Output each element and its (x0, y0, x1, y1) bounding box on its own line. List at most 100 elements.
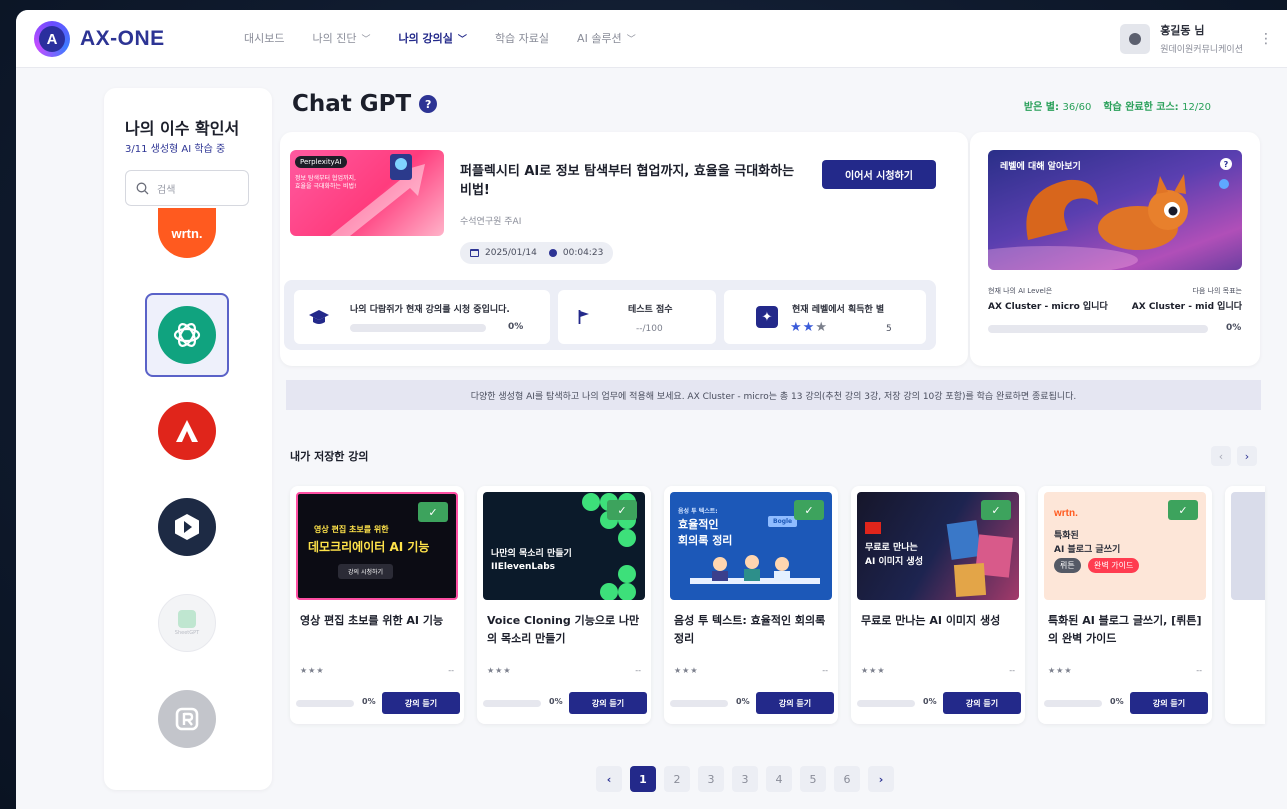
nav-item-my-classroom[interactable]: 나의 강의실 ﹀ (398, 30, 466, 46)
adobe-icon (176, 420, 198, 442)
listen-course-button[interactable]: 강의 듣기 (569, 692, 647, 714)
saved-course-card[interactable]: 영상 편집 초보를 위한 데모크리에이터 AI 기능 강의 시청하기 ✓ 영상 … (290, 486, 464, 724)
course-date-pill: 2025/01/14 00:04:23 (460, 242, 614, 264)
saved-course-card[interactable]: wrtn. 특화된 AI 블로그 글쓰기 뤼튼 완벽 가이드 ✓ 특화된 AI … (1038, 486, 1212, 724)
saved-check-icon[interactable]: ✓ (1168, 500, 1198, 520)
course-progress-percent: 0% (1110, 697, 1124, 706)
sidebar-app-chatgpt[interactable] (158, 306, 216, 364)
pagination-page[interactable]: 5 (800, 766, 826, 792)
level-stars-rating: ★★★ (790, 320, 828, 335)
sidebar-app-pictory[interactable] (158, 498, 216, 556)
nav-item-dashboard[interactable]: 대시보드 (244, 30, 284, 46)
test-score-label: 테스트 점수 (628, 305, 673, 315)
level-progress-percent: 0% (1226, 323, 1242, 333)
carousel-next-button[interactable]: › (1237, 446, 1257, 466)
more-vertical-icon[interactable]: ⋮ (1259, 31, 1273, 47)
sidebar-app-sheetgpt[interactable]: SheetGPT (158, 594, 216, 652)
course-progress-bar (296, 700, 354, 707)
logo-mark-icon: A (34, 21, 70, 57)
user-icon (1129, 32, 1142, 45)
nav-item-resources[interactable]: 학습 자료실 (495, 30, 549, 46)
watch-progress-metric: 나의 다람쥐가 현재 강의를 시청 중입니다. 0% (294, 290, 550, 344)
nav-item-ai-solutions[interactable]: AI 솔루션 ﹀ (577, 30, 636, 46)
rating-count: -- (635, 666, 641, 675)
course-thumbnail[interactable]: 음성 투 텍스트: 효율적인 회의록 정리 Bogle ✓ (670, 492, 832, 600)
user-menu[interactable]: 홍길동 님 원데이원커뮤니케이션 ⋮ (1120, 22, 1273, 55)
page-title-text: Chat GPT (292, 91, 412, 117)
course-thumbnail[interactable]: 나만의 목소리 만들기 IIElevenLabs ✓ (483, 492, 645, 600)
top-header: A AX-ONE 대시보드 나의 진단 ﹀ 나의 강의실 ﹀ 학습 자료실 AI… (16, 10, 1287, 68)
current-course-thumbnail[interactable]: PerplexityAI 정보 탐색부터 협업까지, 효율을 극대화하는 비법! (290, 150, 444, 236)
saved-check-icon[interactable]: ✓ (607, 500, 637, 520)
saved-course-card[interactable]: 음성 투 텍스트: 효율적인 회의록 정리 Bogle ✓ 음성 투 텍스트: … (664, 486, 838, 724)
pagination-page[interactable]: 1 (630, 766, 656, 792)
rating-stars-icon: ★★★ (674, 666, 699, 675)
thumbnail-line: IIElevenLabs (491, 562, 556, 572)
saved-courses-title: 내가 저장한 강의 (290, 450, 369, 463)
completed-stat-value: 12/20 (1182, 102, 1211, 113)
resume-course-button[interactable]: 이어서 시청하기 (822, 160, 936, 189)
current-level-value: AX Cluster - micro 입니다 (988, 302, 1108, 312)
course-thumbnail[interactable]: 영상 편집 초보를 위한 데모크리에이터 AI 기능 강의 시청하기 ✓ (296, 492, 458, 600)
saved-check-icon[interactable]: ✓ (794, 500, 824, 520)
clock-icon (548, 249, 557, 257)
course-progress-percent: 0% (923, 697, 937, 706)
course-progress-bar (670, 700, 728, 707)
carousel-arrows: ‹ › (1211, 446, 1257, 466)
nav-item-my-diagnosis[interactable]: 나의 진단 ﹀ (312, 30, 370, 46)
level-progress-bar (988, 325, 1208, 333)
info-banner: 다양한 생성형 AI를 탐색하고 나의 업무에 적용해 보세요. AX Clus… (286, 380, 1261, 410)
course-date: 2025/01/14 (485, 248, 537, 258)
current-course-title[interactable]: 퍼플렉시티 AI로 정보 탐색부터 협업까지, 효율을 극대화하는 비법! (460, 162, 800, 200)
pagination-prev-button[interactable]: ‹ (596, 766, 622, 792)
stars-stat-label: 받은 별: (1023, 102, 1059, 113)
listen-course-button[interactable]: 강의 듣기 (756, 692, 834, 714)
sheetgpt-label: SheetGPT (174, 630, 200, 636)
search-placeholder: 검색 (157, 184, 176, 196)
watch-progress-percent: 0% (508, 322, 524, 332)
arrow-graphic-icon (330, 154, 425, 236)
user-org: 원데이원커뮤니케이션 (1160, 45, 1243, 55)
listen-course-button[interactable]: 강의 듣기 (943, 692, 1021, 714)
course-thumbnail[interactable]: 무료로 만나는 AI 이미지 생성 ✓ (857, 492, 1019, 600)
thumbnail-line: 특화된 (1054, 531, 1079, 541)
saved-check-icon[interactable]: ✓ (418, 502, 448, 522)
sidebar-app-adobe[interactable] (158, 402, 216, 460)
saved-check-icon[interactable]: ✓ (981, 500, 1011, 520)
listen-course-button[interactable]: 강의 듣기 (382, 692, 460, 714)
chevron-down-icon: ﹀ (626, 34, 636, 45)
star-box-icon: ✦ (756, 306, 778, 328)
sidebar: 나의 이수 확인서 3/11 생성형 AI 학습 중 검색 wrtn. Shee… (104, 88, 272, 790)
pagination-page[interactable]: 6 (834, 766, 860, 792)
saved-course-card[interactable]: 나만의 목소리 만들기 IIElevenLabs ✓ Voice Cloning… (477, 486, 651, 724)
pagination-page[interactable]: 3 (732, 766, 758, 792)
nav-item-label: 나의 진단 (312, 32, 357, 45)
level-image[interactable]: 레벨에 대해 알아보기 ? (988, 150, 1242, 270)
level-stars-label: 현재 레벨에서 획득한 별 (792, 305, 885, 315)
pagination-next-button[interactable]: › (868, 766, 894, 792)
saved-course-card-partial[interactable] (1225, 486, 1265, 724)
thumbnail-brand: wrtn. (1054, 508, 1078, 519)
carousel-prev-button[interactable]: ‹ (1211, 446, 1231, 466)
logo[interactable]: A AX-ONE (34, 21, 165, 57)
nav-item-label: 학습 자료실 (494, 32, 550, 45)
rating-count: -- (822, 666, 828, 675)
flag-icon (578, 310, 589, 324)
listen-course-button[interactable]: 강의 듣기 (1130, 692, 1208, 714)
pagination-page[interactable]: 2 (664, 766, 690, 792)
sidebar-search-input[interactable]: 검색 (125, 170, 249, 206)
course-thumbnail[interactable]: wrtn. 특화된 AI 블로그 글쓰기 뤼튼 완벽 가이드 ✓ (1044, 492, 1206, 600)
sidebar-app-wrtn[interactable]: wrtn. (158, 208, 216, 258)
pagination-page[interactable]: 4 (766, 766, 792, 792)
thumbnail-line: 데모크리에이터 AI 기능 (308, 540, 430, 554)
sidebar-app-replit[interactable] (158, 690, 216, 748)
chevron-down-icon: ﹀ (361, 34, 371, 45)
thumbnail-chip: 뤼튼 (1054, 558, 1081, 573)
sheetgpt-icon (178, 610, 196, 628)
help-icon[interactable]: ? (419, 95, 438, 113)
saved-course-card[interactable]: 무료로 만나는 AI 이미지 생성 ✓ 무료로 만나는 AI 이미지 생성 ★★… (851, 486, 1025, 724)
rating-stars-icon: ★★★ (487, 666, 512, 675)
watch-progress-bar (350, 324, 486, 332)
pagination-page[interactable]: 3 (698, 766, 724, 792)
test-score-metric: 테스트 점수 --/100 (558, 290, 716, 344)
